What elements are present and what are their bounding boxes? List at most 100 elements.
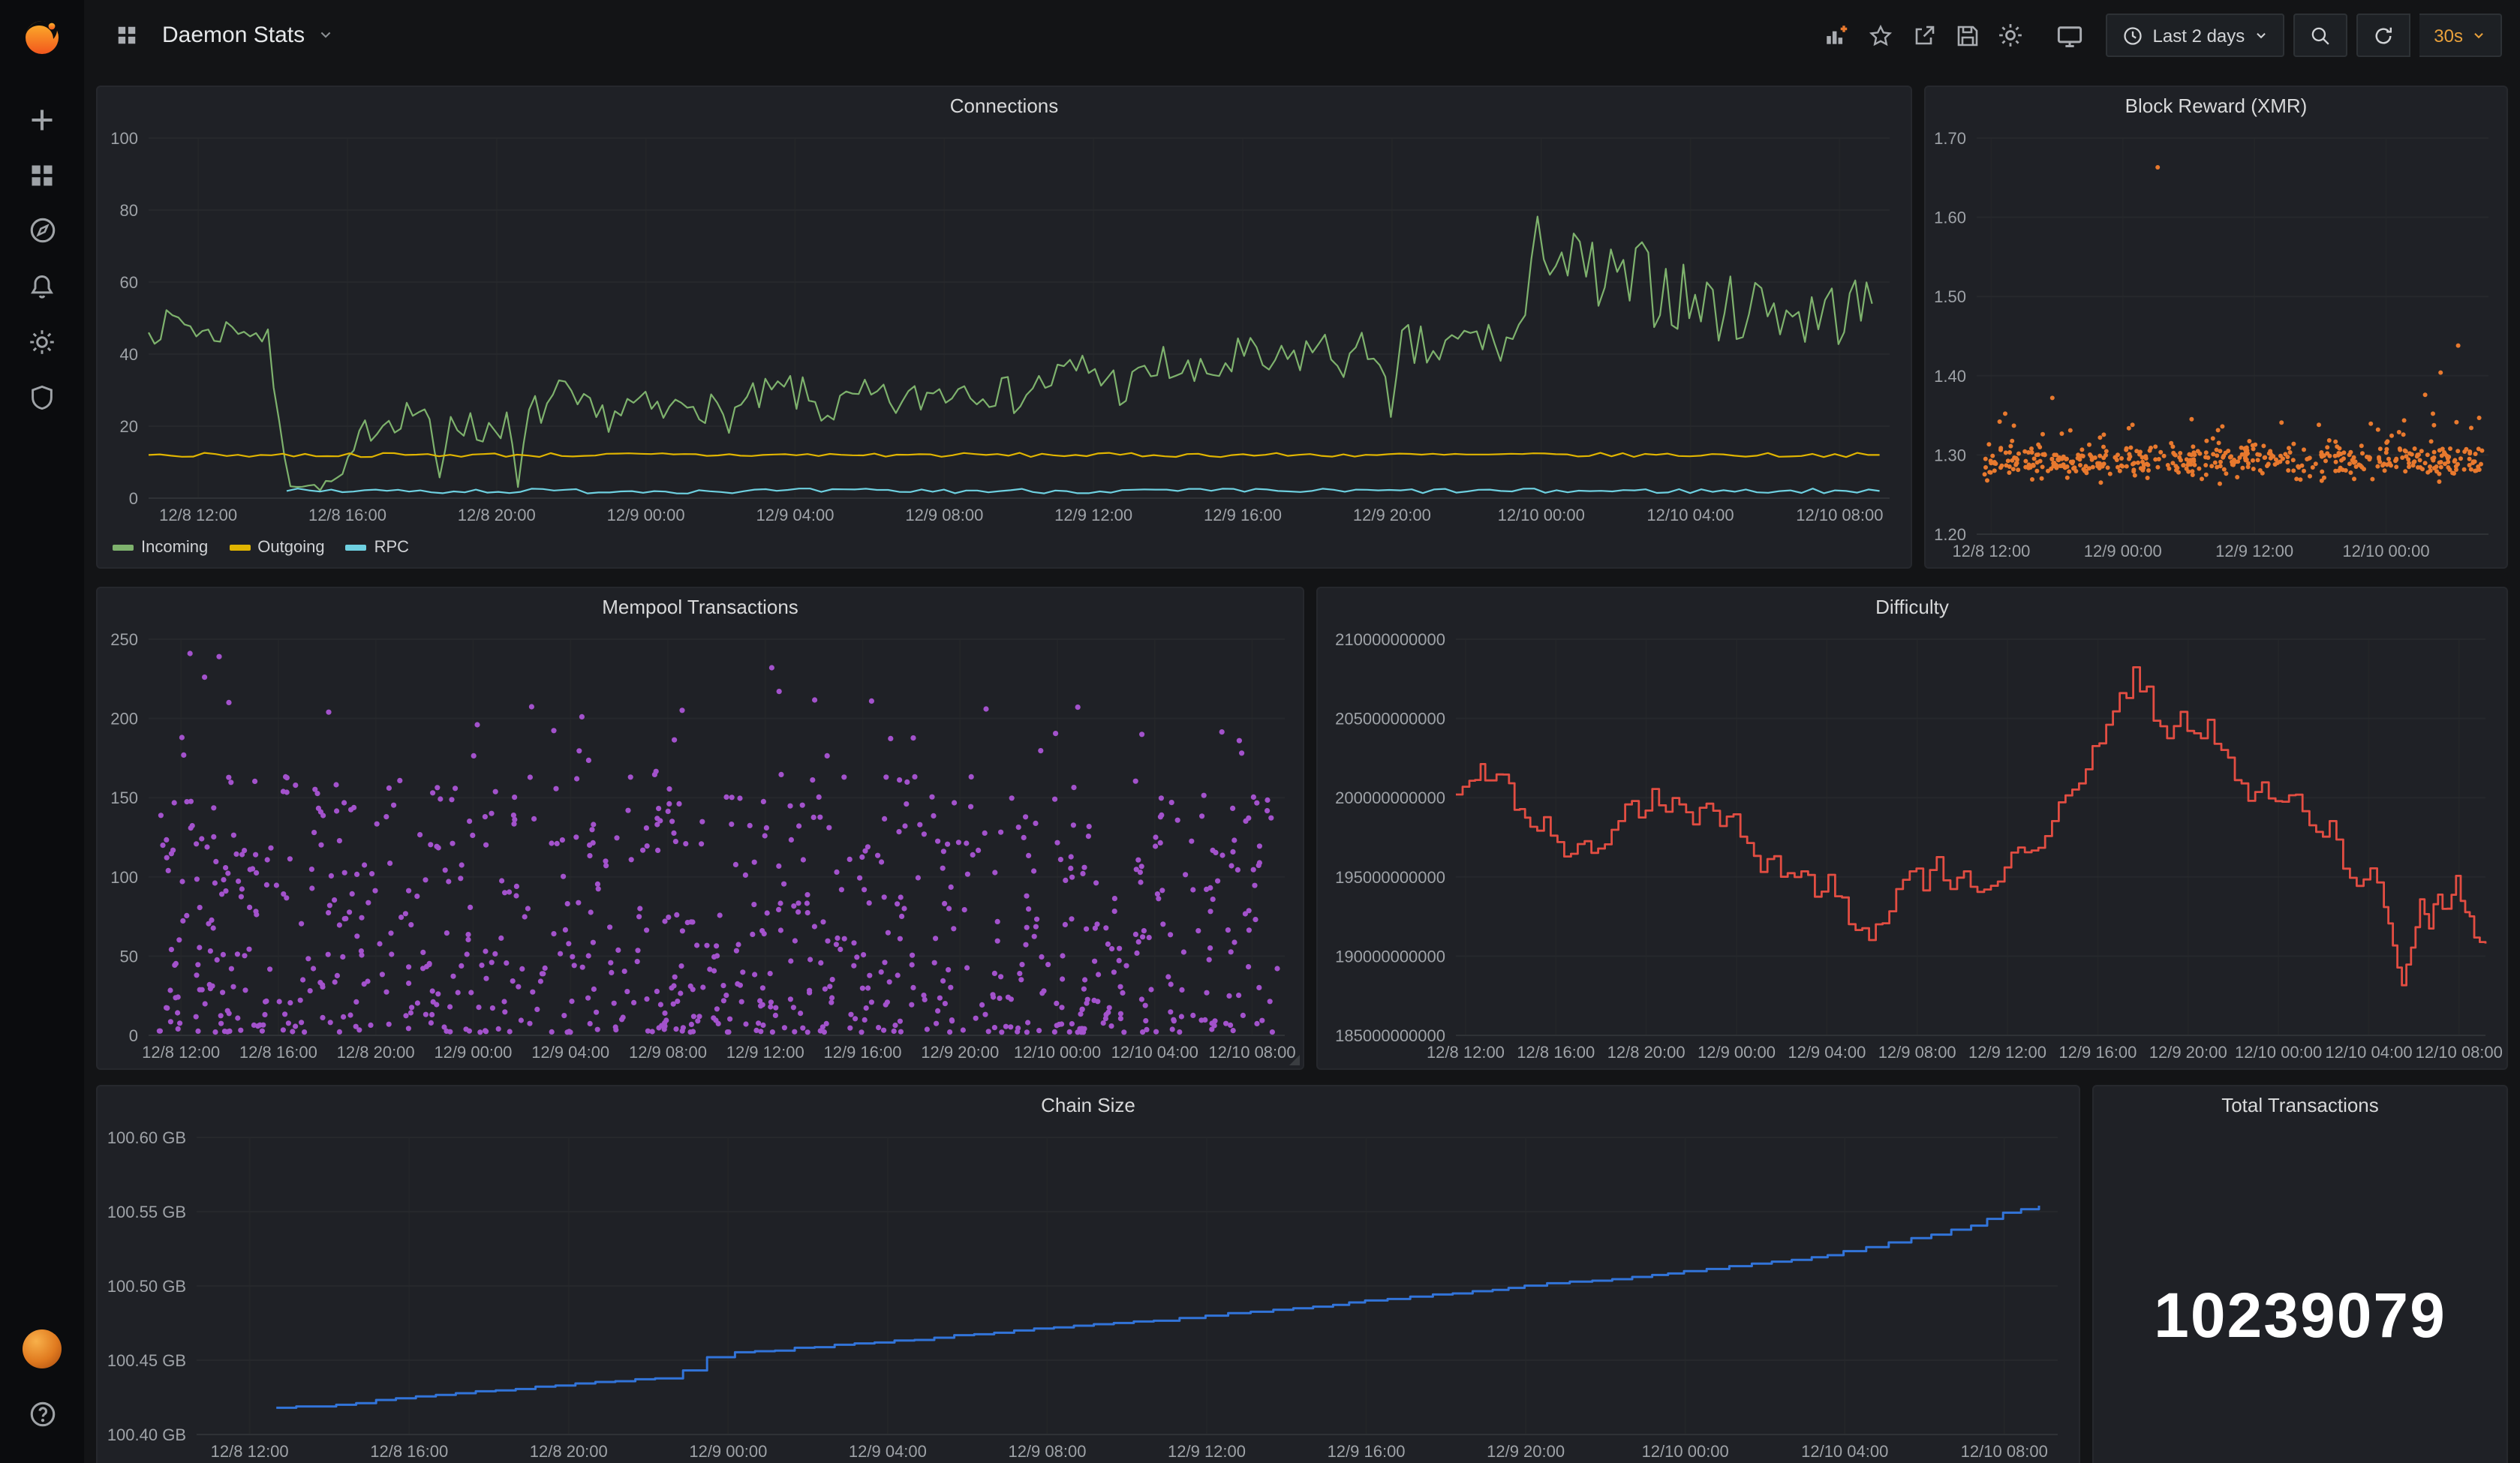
mempool-chart[interactable]: 05010015020025012/8 12:0012/8 16:0012/8 … [98,624,1303,1068]
panel-resize-handle[interactable] [1289,1055,1300,1065]
svg-text:12/9 16:00: 12/9 16:00 [1328,1442,1406,1461]
sidebar-item-configuration[interactable] [0,314,84,369]
svg-text:12/9 08:00: 12/9 08:00 [1008,1442,1086,1461]
share-button[interactable] [1902,14,1946,57]
svg-text:100.55 GB: 100.55 GB [107,1203,186,1221]
magnifier-icon [2309,25,2330,46]
svg-text:12/9 08:00: 12/9 08:00 [629,1043,707,1062]
svg-text:205000000000: 205000000000 [1335,710,1445,728]
gear-icon [1998,23,2024,48]
svg-text:0: 0 [129,1026,138,1045]
sidebar-item-create[interactable] [0,92,84,147]
svg-text:12/10 08:00: 12/10 08:00 [1796,506,1883,524]
sidebar-item-server-admin[interactable] [0,369,84,425]
svg-text:100.40 GB: 100.40 GB [107,1425,186,1444]
svg-text:12/9 04:00: 12/9 04:00 [1788,1043,1866,1062]
svg-text:12/8 12:00: 12/8 12:00 [142,1043,220,1062]
svg-text:12/9 16:00: 12/9 16:00 [2058,1043,2137,1062]
svg-text:12/8 16:00: 12/8 16:00 [239,1043,317,1062]
svg-text:12/10 00:00: 12/10 00:00 [2235,1043,2322,1062]
grafana-app: Daemon Stats [0,0,2520,1463]
panel-title[interactable]: Mempool Transactions [98,588,1303,624]
add-panel-icon [1824,23,1850,48]
legend-item-incoming[interactable]: Incoming [113,539,208,557]
legend-label: RPC [374,539,409,557]
panel-title[interactable]: Connections [98,87,1911,123]
legend-item-outgoing[interactable]: Outgoing [229,539,324,557]
sidebar-item-dashboards[interactable] [0,147,84,203]
svg-text:12/9 08:00: 12/9 08:00 [1878,1043,1956,1062]
svg-text:200000000000: 200000000000 [1335,789,1445,807]
svg-text:12/8 12:00: 12/8 12:00 [1427,1043,1505,1062]
panel-difficulty: Difficulty 18500000000019000000000019500… [1316,587,2508,1070]
grafana-logo[interactable] [20,14,65,59]
grid-icon [116,24,138,47]
plus-icon [29,106,56,133]
share-icon [1912,23,1936,47]
save-button[interactable] [1946,14,1989,57]
shield-icon [29,383,56,410]
panel-connections: Connections 02040608010012/8 12:0012/8 1… [96,86,1912,569]
panel-title[interactable]: Difficulty [1318,588,2506,624]
cycle-view-button[interactable] [2048,14,2091,57]
series-swatch [113,545,134,551]
refresh-interval-picker[interactable]: 30s [2419,14,2502,57]
svg-text:12/9 20:00: 12/9 20:00 [2149,1043,2227,1062]
refresh-button[interactable] [2356,14,2410,57]
total-transactions-value: 10239079 [2154,1280,2446,1352]
connections-legend: Incoming Outgoing RPC [98,531,1911,564]
panel-chain-size: Chain Size 100.40 GB100.45 GB100.50 GB10… [96,1085,2080,1463]
panel-title[interactable]: Block Reward (XMR) [1926,87,2506,123]
chain-size-chart[interactable]: 100.40 GB100.45 GB100.50 GB100.55 GB100.… [98,1122,2079,1463]
dashboard-title[interactable]: Daemon Stats [162,23,305,48]
svg-text:12/8 20:00: 12/8 20:00 [337,1043,415,1062]
bell-icon [29,272,56,299]
svg-text:12/8 20:00: 12/8 20:00 [530,1442,608,1461]
svg-text:20: 20 [120,417,138,436]
svg-text:1.60: 1.60 [1934,209,1966,227]
connections-chart[interactable]: 02040608010012/8 12:0012/8 16:0012/8 20:… [98,123,1911,531]
svg-text:1.50: 1.50 [1934,287,1966,306]
sidebar-item-alerting[interactable] [0,258,84,314]
series-swatch [346,545,367,551]
navbar: Daemon Stats [84,0,2520,71]
svg-text:12/10 00:00: 12/10 00:00 [1498,506,1585,524]
sidebar [0,0,84,1463]
svg-text:210000000000: 210000000000 [1335,630,1445,649]
user-avatar[interactable] [23,1329,62,1368]
legend-label: Outgoing [257,539,324,557]
sidebar-item-explore[interactable] [0,203,84,258]
svg-text:12/9 12:00: 12/9 12:00 [1168,1442,1246,1461]
svg-text:40: 40 [120,345,138,364]
help-icon [28,1400,56,1428]
svg-text:12/8 16:00: 12/8 16:00 [370,1442,448,1461]
chevron-down-icon [2254,29,2267,42]
block-reward-chart[interactable]: 1.201.301.401.501.601.7012/8 12:0012/9 0… [1926,123,2506,567]
panel-title[interactable]: Chain Size [98,1086,2079,1122]
sidebar-item-help[interactable] [0,1386,84,1442]
difficulty-chart[interactable]: 1850000000001900000000001950000000002000… [1318,624,2506,1068]
dashboard-grid: Connections 02040608010012/8 12:0012/8 1… [84,71,2520,1463]
zoom-out-button[interactable] [2293,14,2347,57]
panel-title[interactable]: Total Transactions [2094,1086,2506,1122]
svg-text:12/10 04:00: 12/10 04:00 [1801,1442,1888,1461]
svg-text:1.70: 1.70 [1934,129,1966,148]
svg-text:12/10 00:00: 12/10 00:00 [1642,1442,1729,1461]
svg-text:12/9 12:00: 12/9 12:00 [1054,506,1132,524]
svg-text:12/9 16:00: 12/9 16:00 [1204,506,1282,524]
svg-text:12/9 00:00: 12/9 00:00 [607,506,685,524]
svg-text:100.60 GB: 100.60 GB [107,1128,186,1147]
svg-text:12/9 04:00: 12/9 04:00 [756,506,834,524]
clock-icon [2123,25,2144,46]
dashboard-settings-button[interactable] [1989,14,2033,57]
star-button[interactable] [1859,14,1902,57]
add-panel-button[interactable] [1815,14,1859,57]
svg-text:12/8 20:00: 12/8 20:00 [458,506,536,524]
dashboard-picker-button[interactable] [105,14,149,57]
time-range-picker[interactable]: Last 2 days [2107,14,2284,57]
svg-text:12/9 00:00: 12/9 00:00 [689,1442,767,1461]
legend-item-rpc[interactable]: RPC [346,539,409,557]
chevron-down-icon[interactable] [318,22,333,49]
svg-text:12/8 12:00: 12/8 12:00 [1952,542,2030,560]
svg-text:100: 100 [110,868,138,887]
